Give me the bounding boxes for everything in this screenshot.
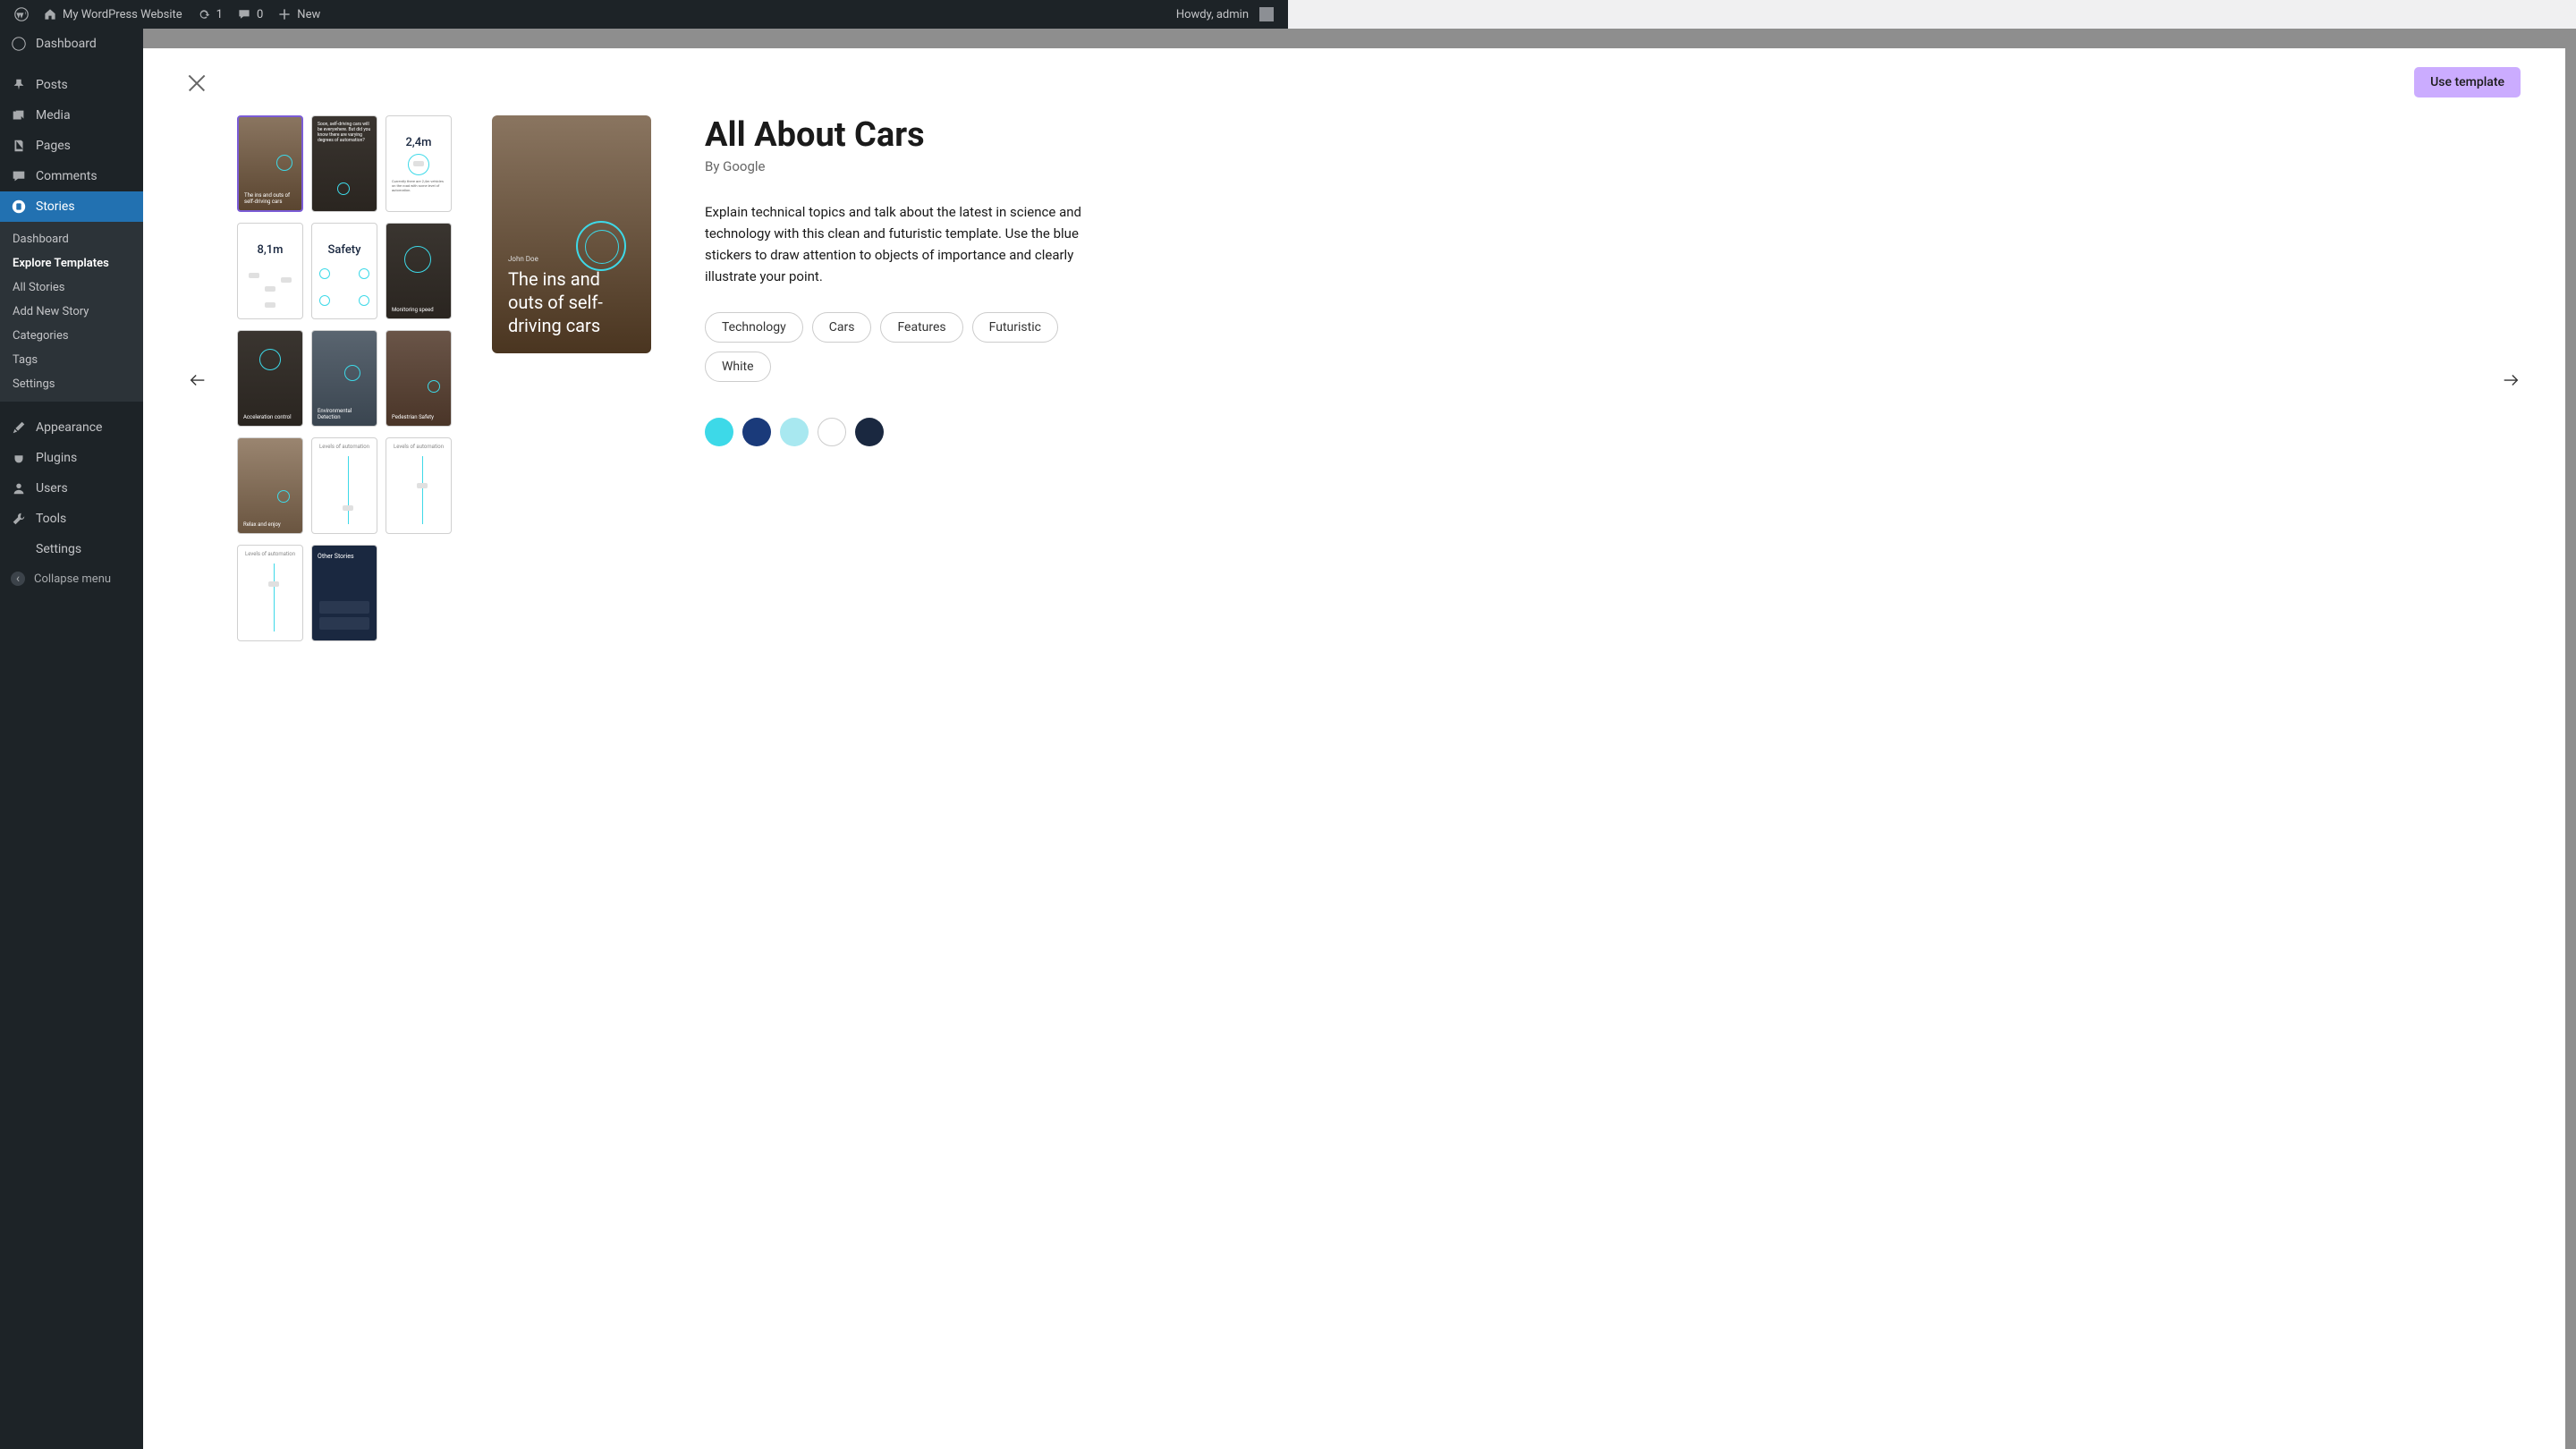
content-area: Use template The ins and outs of self-dr… xyxy=(143,29,2576,1449)
page-thumbnails: The ins and outs of self-driving cars So… xyxy=(237,115,452,641)
thumb-5[interactable]: Safety xyxy=(311,223,377,319)
home-icon xyxy=(43,7,57,21)
sub-add-new-story[interactable]: Add New Story xyxy=(0,300,143,324)
next-template-button[interactable] xyxy=(2501,370,2521,390)
account-link[interactable]: Howdy, admin xyxy=(1169,0,1281,29)
sub-explore-templates[interactable]: Explore Templates xyxy=(0,251,143,275)
comments-link[interactable]: 0 xyxy=(230,0,270,29)
wordpress-icon xyxy=(14,7,29,21)
tag-futuristic[interactable]: Futuristic xyxy=(972,312,1058,343)
preview-author: John Doe xyxy=(508,255,538,263)
new-link[interactable]: New xyxy=(270,0,327,29)
menu-users[interactable]: Users xyxy=(0,473,143,504)
brush-icon xyxy=(11,419,27,436)
new-label: New xyxy=(297,8,320,21)
site-name: My WordPress Website xyxy=(63,8,182,21)
page-preview: John Doe The ins and outs of self-drivin… xyxy=(492,115,651,353)
tag-white[interactable]: White xyxy=(705,352,771,382)
howdy-text: Howdy, admin xyxy=(1176,8,1249,21)
thumb-2[interactable]: Soon, self-driving cars will be everywhe… xyxy=(311,115,377,212)
swatch-2 xyxy=(742,418,771,446)
thumb-4[interactable]: 8,1m xyxy=(237,223,303,319)
thumb-14[interactable]: Other Stories xyxy=(311,545,377,641)
comment-icon xyxy=(237,7,251,21)
thumb-13[interactable]: Levels of automation xyxy=(237,545,303,641)
template-byline: By Google xyxy=(705,158,1098,174)
collapse-menu[interactable]: Collapse menu xyxy=(0,564,143,593)
thumb-9[interactable]: Pedestrian Safety xyxy=(386,330,452,427)
use-template-button[interactable]: Use template xyxy=(2414,67,2521,97)
template-details: All About Cars By Google Explain technic… xyxy=(705,115,1098,446)
chevron-left-icon xyxy=(11,572,25,586)
plug-icon xyxy=(11,450,27,466)
admin-sidebar: Dashboard Posts Media Pages Comments Sto… xyxy=(0,29,143,1449)
color-swatches xyxy=(705,418,1098,446)
tag-cars[interactable]: Cars xyxy=(812,312,872,343)
updates-count: 1 xyxy=(216,8,223,21)
stories-icon xyxy=(11,199,27,215)
thumb-8[interactable]: Environmental Detection xyxy=(311,330,377,427)
plus-icon xyxy=(277,7,292,21)
wrench-icon xyxy=(11,511,27,527)
site-name-link[interactable]: My WordPress Website xyxy=(36,0,190,29)
swatch-3 xyxy=(780,418,809,446)
sub-dashboard[interactable]: Dashboard xyxy=(0,227,143,251)
comments-icon xyxy=(11,168,27,184)
thumb-1[interactable]: The ins and outs of self-driving cars xyxy=(237,115,303,212)
menu-plugins[interactable]: Plugins xyxy=(0,443,143,473)
updates-link[interactable]: 1 xyxy=(190,0,230,29)
user-icon xyxy=(11,480,27,496)
menu-comments[interactable]: Comments xyxy=(0,161,143,191)
dashboard-icon xyxy=(11,36,27,52)
pin-icon xyxy=(11,77,27,93)
tag-features[interactable]: Features xyxy=(880,312,962,343)
menu-posts[interactable]: Posts xyxy=(0,70,143,100)
preview-ring-icon xyxy=(576,221,626,271)
menu-stories[interactable]: Stories xyxy=(0,191,143,222)
pages-icon xyxy=(11,138,27,154)
arrow-left-icon xyxy=(188,370,208,390)
thumb-6[interactable]: Monitoring speed xyxy=(386,223,452,319)
avatar xyxy=(1259,7,1274,21)
comments-count: 0 xyxy=(257,8,263,21)
menu-settings[interactable]: Settings xyxy=(0,534,143,564)
swatch-1 xyxy=(705,418,733,446)
stories-submenu: Dashboard Explore Templates All Stories … xyxy=(0,222,143,402)
media-icon xyxy=(11,107,27,123)
template-title: All About Cars xyxy=(705,115,1098,155)
swatch-4 xyxy=(818,418,846,446)
arrow-right-icon xyxy=(2501,370,2521,390)
thumb-11[interactable]: Levels of automation xyxy=(311,437,377,534)
sub-settings[interactable]: Settings xyxy=(0,372,143,396)
sliders-icon xyxy=(11,541,27,557)
admin-bar: My WordPress Website 1 0 New Howdy, admi… xyxy=(0,0,1288,29)
sub-categories[interactable]: Categories xyxy=(0,324,143,348)
thumb-12[interactable]: Levels of automation xyxy=(386,437,452,534)
template-tags: Technology Cars Features Futuristic Whit… xyxy=(705,312,1098,382)
tag-technology[interactable]: Technology xyxy=(705,312,803,343)
wp-logo[interactable] xyxy=(7,0,36,29)
swatch-5 xyxy=(855,418,884,446)
sub-all-stories[interactable]: All Stories xyxy=(0,275,143,300)
thumb-7[interactable]: Acceleration control xyxy=(237,330,303,427)
menu-appearance[interactable]: Appearance xyxy=(0,412,143,443)
menu-tools[interactable]: Tools xyxy=(0,504,143,534)
prev-template-button[interactable] xyxy=(188,370,208,390)
thumb-10[interactable]: Relax and enjoy xyxy=(237,437,303,534)
close-button[interactable] xyxy=(188,73,206,91)
menu-pages[interactable]: Pages xyxy=(0,131,143,161)
menu-media[interactable]: Media xyxy=(0,100,143,131)
thumb-3[interactable]: 2,4mCurrently there are 2,4m vehicles on… xyxy=(386,115,452,212)
preview-title: The ins and outs of self-driving cars xyxy=(508,267,615,337)
template-description: Explain technical topics and talk about … xyxy=(705,201,1098,287)
template-modal: Use template The ins and outs of self-dr… xyxy=(143,48,2565,1449)
sub-tags[interactable]: Tags xyxy=(0,348,143,372)
refresh-icon xyxy=(197,7,211,21)
menu-dashboard[interactable]: Dashboard xyxy=(0,29,143,59)
